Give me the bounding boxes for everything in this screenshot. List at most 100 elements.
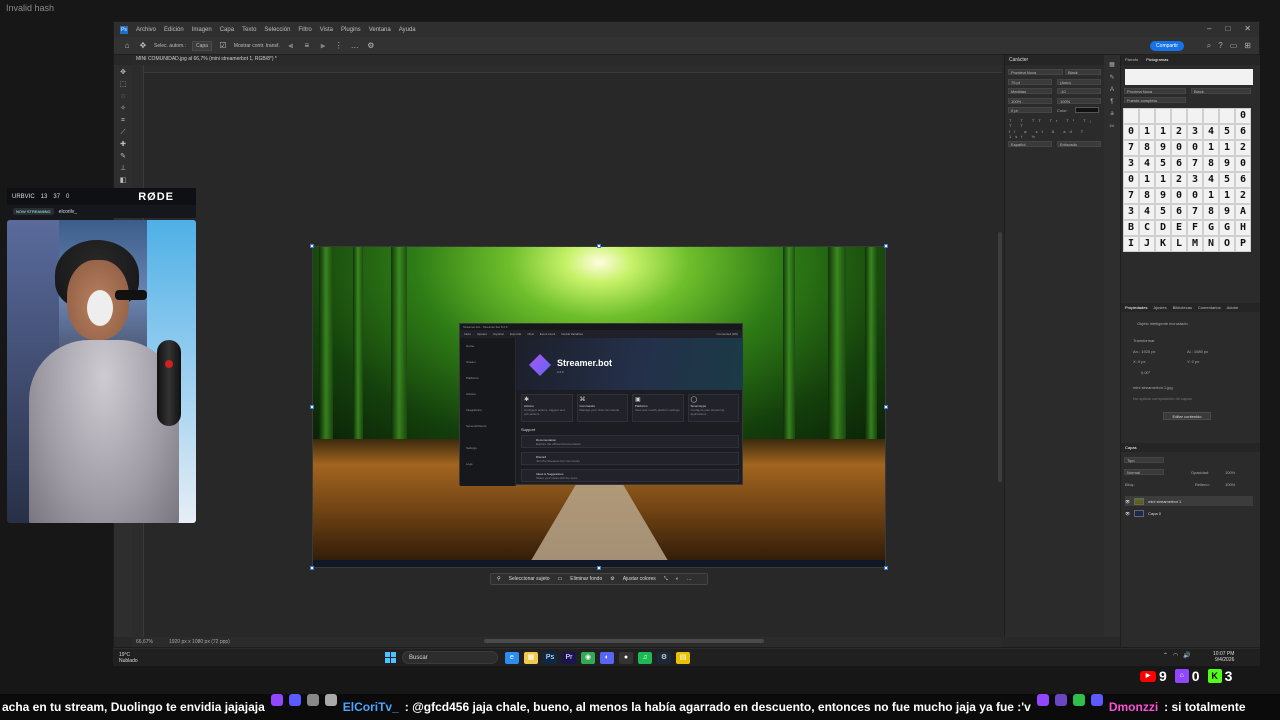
glyph-cell[interactable]: 8 (1139, 188, 1155, 204)
glyph-cell[interactable]: 5 (1219, 172, 1235, 188)
glyph-cell[interactable]: 0 (1235, 156, 1251, 172)
glyph-cell[interactable]: K (1155, 236, 1171, 252)
glyph-cell[interactable]: B (1123, 220, 1139, 236)
document-tab[interactable]: MINI COMUNIDAD.jpg al 66,7% (mini stream… (136, 56, 277, 62)
eye-icon[interactable]: 👁 (1125, 511, 1130, 516)
glyph-cell[interactable] (1187, 108, 1203, 124)
show-transform-label[interactable]: Mostrar contr. transf. (234, 43, 280, 49)
glyph-style-select[interactable]: Black (1191, 88, 1251, 94)
vertical-scale-field[interactable]: 100% (1008, 98, 1052, 104)
glyph-cell[interactable]: P (1235, 236, 1251, 252)
tab-properties[interactable]: Propiedades (1125, 305, 1147, 310)
align-center-icon[interactable]: ≡ (302, 41, 312, 50)
glyph-cell[interactable]: D (1155, 220, 1171, 236)
glyph-cell[interactable]: 6 (1171, 156, 1187, 172)
glyph-cell[interactable]: 6 (1171, 204, 1187, 220)
glyph-cell[interactable]: G (1203, 220, 1219, 236)
layer-comp-select[interactable]: No aplicar composición de capas (1133, 396, 1192, 401)
canvas-area[interactable]: Streamer.bot - Streamer.bot 0.2.6 Inicio… (144, 73, 1002, 637)
glyph-cell[interactable] (1123, 108, 1139, 124)
tracking-field[interactable]: -10 (1057, 88, 1101, 94)
glyph-cell[interactable]: N (1203, 236, 1219, 252)
transform-icon[interactable]: ⤡ (664, 576, 668, 582)
glyph-cell[interactable]: 2 (1171, 172, 1187, 188)
transform-handle[interactable] (884, 405, 888, 409)
glyph-cell[interactable]: 2 (1235, 188, 1251, 204)
eye-icon[interactable]: 👁 (1125, 499, 1130, 504)
arrange-icon[interactable]: ⊞ (1244, 41, 1251, 51)
kerning-field[interactable]: Medidas (1008, 88, 1052, 94)
more-options-icon[interactable]: … (687, 576, 692, 582)
remove-background-button[interactable]: Eliminar fondo (570, 576, 602, 582)
glyph-cell[interactable]: 5 (1219, 124, 1235, 140)
tab-adjustments[interactable]: Ajustes (1153, 305, 1166, 310)
search-icon[interactable]: ⌕ (1207, 41, 1211, 51)
mask-icon[interactable]: ◐ (676, 576, 679, 582)
layer-select-dropdown[interactable]: Capa (191, 40, 212, 51)
glyph-cell[interactable]: 4 (1139, 204, 1155, 220)
glyph-cell[interactable]: 9 (1219, 156, 1235, 172)
layer-row[interactable]: 👁 mini streamerbot 1 (1125, 496, 1253, 506)
chevron-up-icon[interactable]: ⌃ (1163, 652, 1168, 659)
obs-icon[interactable]: ● (619, 652, 633, 664)
glyph-cell[interactable]: 7 (1123, 140, 1139, 156)
font-size-field[interactable]: 75 pt (1008, 79, 1052, 85)
glyph-cell[interactable]: 7 (1123, 188, 1139, 204)
glyph-cell[interactable]: 0 (1123, 124, 1139, 140)
edge-icon[interactable]: e (505, 652, 519, 664)
opentype-buttons[interactable]: fi ø st A ad T 1st ½ (1009, 129, 1104, 139)
align-right-icon[interactable]: ⫸ (318, 41, 328, 50)
chrome-icon[interactable]: ◉ (581, 652, 595, 664)
glyph-cell[interactable]: 1 (1155, 172, 1171, 188)
type-style-buttons[interactable]: T T TT Tr T¹ T₁ T T (1009, 118, 1104, 128)
transform-handle[interactable] (310, 244, 314, 248)
glyph-cell[interactable]: 0 (1187, 188, 1203, 204)
transform-handle[interactable] (597, 566, 601, 570)
baseline-field[interactable]: 0 pt (1008, 107, 1052, 113)
menu-archivo[interactable]: Archivo (136, 27, 156, 33)
glyph-cell[interactable]: 5 (1155, 204, 1171, 220)
menu-edicion[interactable]: Edición (164, 27, 184, 33)
steam-icon[interactable]: ⚙ (657, 652, 671, 664)
distribute-icon[interactable]: ⋮ (334, 41, 344, 50)
leading-field[interactable]: (Auto) (1057, 79, 1101, 85)
marquee-icon[interactable]: ⬚ (118, 80, 128, 89)
opacity-value[interactable]: 100% (1225, 470, 1235, 475)
photoshop-icon[interactable]: Ps (543, 652, 557, 664)
premiere-icon[interactable]: Pr (562, 652, 576, 664)
share-button[interactable]: Compartir (1150, 41, 1184, 51)
transform-handle[interactable] (597, 244, 601, 248)
glyph-cell[interactable]: C (1139, 220, 1155, 236)
glyph-cell[interactable]: 0 (1123, 172, 1139, 188)
glyph-cell[interactable]: 9 (1219, 204, 1235, 220)
adjust-colors-button[interactable]: Ajustar colores (623, 576, 656, 582)
glyph-cell[interactable]: 4 (1203, 172, 1219, 188)
glyph-cell[interactable] (1139, 108, 1155, 124)
glyph-cell[interactable]: H (1235, 220, 1251, 236)
fill-value[interactable]: 100% (1225, 482, 1235, 487)
glyph-cell[interactable]: F (1187, 220, 1203, 236)
antialias-select[interactable]: Enfocado (1057, 141, 1101, 147)
glyph-cell[interactable]: 1 (1219, 188, 1235, 204)
glyph-cell[interactable]: 0 (1171, 188, 1187, 204)
home-icon[interactable]: ⌂ (122, 41, 132, 50)
glyph-cell[interactable] (1219, 108, 1235, 124)
volume-icon[interactable]: 🔊 (1183, 652, 1190, 659)
glyph-cell[interactable]: 1 (1219, 140, 1235, 156)
glyph-cell[interactable]: O (1219, 236, 1235, 252)
eraser-icon[interactable]: ◧ (118, 176, 128, 185)
layer-filter-select[interactable]: Tipo (1124, 457, 1164, 463)
tab-adobe[interactable]: Adobe (1227, 305, 1239, 310)
transform-handle[interactable] (884, 566, 888, 570)
brush-settings-icon[interactable]: ✎ (1109, 74, 1114, 81)
width-value[interactable]: An.: 1920 px (1133, 349, 1155, 354)
heal-icon[interactable]: ✚ (118, 140, 128, 149)
swatches-icon[interactable]: ▦ (1109, 61, 1115, 68)
glyph-cell[interactable]: 3 (1123, 156, 1139, 172)
notes-icon[interactable]: ▤ (676, 652, 690, 664)
vertical-scrollbar[interactable] (998, 232, 1002, 482)
glyph-cell[interactable]: 6 (1235, 172, 1251, 188)
canvas-image[interactable]: Streamer.bot - Streamer.bot 0.2.6 Inicio… (312, 246, 886, 568)
glyph-cell[interactable]: 1 (1139, 124, 1155, 140)
glyph-cell[interactable]: 4 (1139, 156, 1155, 172)
